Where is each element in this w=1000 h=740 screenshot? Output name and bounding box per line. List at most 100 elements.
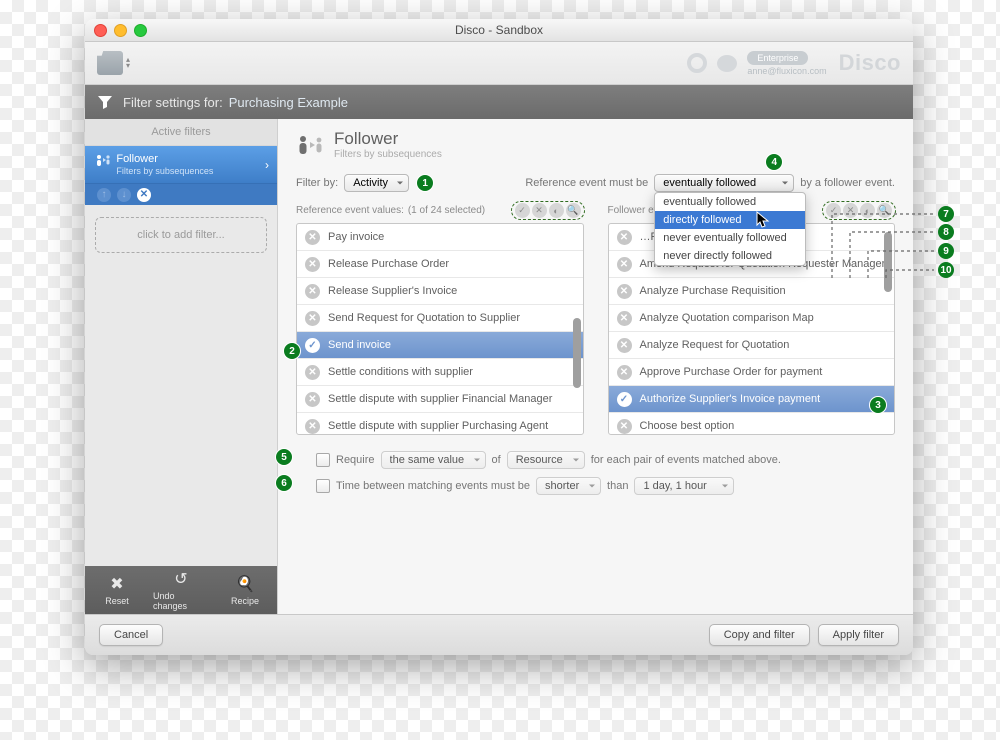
select-none-icon[interactable]: ✕ — [532, 203, 547, 218]
list-item[interactable]: ✕ Settle dispute with supplier Financial … — [297, 386, 583, 413]
list-item[interactable]: ✕Approve Purchase Order for payment — [609, 359, 895, 386]
filters-sidebar: Active filters Follower Filters by subse… — [85, 119, 278, 614]
require-of-label: of — [492, 454, 501, 466]
list-item[interactable]: ✕ Send Request for Quotation to Supplier — [297, 305, 583, 332]
annot-1: 1 — [417, 175, 433, 191]
scrollbar[interactable] — [573, 228, 581, 430]
sidebar-item-subtitle: Filters by subsequences — [116, 166, 213, 176]
copy-and-filter-button[interactable]: Copy and filter — [709, 624, 810, 646]
time-label: Time between matching events must be — [336, 480, 530, 492]
list-item-label: Send invoice — [328, 339, 391, 351]
list-item-label: Pay invoice — [328, 231, 384, 243]
panel-title: Follower — [334, 129, 442, 149]
annot-7: 7 — [938, 206, 954, 222]
list-item-label: Settle dispute with supplier Financial M… — [328, 393, 552, 405]
list-item[interactable]: ✕Settle conditions with supplier — [297, 359, 583, 386]
select-all-icon[interactable]: ✓ — [515, 203, 530, 218]
move-down-icon[interactable]: ↓ — [117, 188, 131, 202]
invert-icon[interactable]: ◐ — [549, 203, 564, 218]
feedback-icon[interactable] — [717, 55, 737, 72]
annot-5: 5 — [276, 449, 292, 465]
unchecked-icon: ✕ — [617, 311, 632, 326]
recipe-icon: 🍳 — [235, 574, 255, 594]
dialog-buttonbar: Cancel Copy and filter Apply filter — [85, 614, 913, 655]
list-item-label: Analyze Request for Quotation — [640, 339, 790, 351]
list-item-label: Choose best option — [640, 420, 735, 432]
filter-by-select[interactable]: Activity — [344, 174, 409, 192]
annot-2: 2 — [284, 343, 300, 359]
unchecked-icon: ✕ — [617, 419, 632, 434]
list-item[interactable]: ✕ Choose best option — [609, 413, 895, 435]
undo-button[interactable]: ↺Undo changes — [153, 569, 209, 611]
require-label: Require — [336, 454, 375, 466]
option-directly-followed[interactable]: directly followed — [655, 211, 805, 229]
list-item-label: Analyze Purchase Requisition — [640, 285, 786, 297]
filter-config-panel: Follower Filters by subsequences Filter … — [278, 119, 913, 614]
search-icon[interactable]: 🔍 — [566, 203, 581, 218]
reset-icon: ✖ — [110, 574, 123, 594]
ref-relation-dropdown[interactable]: eventually followed directly followed ne… — [654, 192, 806, 266]
unchecked-icon: ✕ — [617, 338, 632, 353]
require-attr-select[interactable]: Resource — [507, 451, 585, 469]
open-project-dropdown-icon[interactable]: ▴▾ — [126, 57, 130, 69]
annot-4: 4 — [766, 154, 782, 170]
undo-icon: ↺ — [174, 569, 187, 589]
option-never-directly-followed[interactable]: never directly followed — [655, 247, 805, 265]
reference-values-label: Reference event values: — [296, 205, 404, 216]
list-item[interactable]: ✕ Settle dispute with supplier Purchasing… — [297, 413, 583, 435]
ref-relation-select[interactable]: eventually followed — [654, 174, 794, 192]
unchecked-icon: ✕ — [305, 419, 320, 434]
add-filter-slot[interactable]: click to add filter... — [95, 217, 267, 253]
list-item[interactable]: ✕ Analyze Request for Quotation — [609, 332, 895, 359]
require-value-select[interactable]: the same value — [381, 451, 486, 469]
list-item[interactable]: ✓Authorize Supplier's Invoice payment — [609, 386, 895, 413]
time-compare-select[interactable]: shorter — [536, 477, 601, 495]
dataset-name: Purchasing Example — [229, 95, 348, 110]
list-item[interactable]: ✕ Analyze Quotation comparison Map — [609, 305, 895, 332]
require-tail-label: for each pair of events matched above. — [591, 454, 781, 466]
help-icon[interactable] — [687, 53, 707, 73]
time-duration-select[interactable]: 1 day, 1 hour — [634, 477, 734, 495]
option-eventually-followed[interactable]: eventually followed — [655, 193, 805, 211]
list-item-label: Approve Purchase Order for payment — [640, 366, 823, 378]
active-filters-heading: Active filters — [85, 119, 277, 146]
unchecked-icon: ✕ — [305, 230, 320, 245]
annot-9: 9 — [938, 243, 954, 259]
list-item[interactable]: ✕Release Supplier's Invoice — [297, 278, 583, 305]
scrollbar-thumb[interactable] — [573, 318, 581, 388]
list-item-label: Release Purchase Order — [328, 258, 449, 270]
mouse-cursor-icon — [756, 211, 770, 229]
require-checkbox[interactable] — [316, 453, 330, 467]
user-email: anne@fluxicon.com — [747, 66, 826, 76]
reference-list-toolbar: ✓ ✕ ◐ 🔍 — [512, 202, 584, 219]
sidebar-item-follower[interactable]: Follower Filters by subsequences › — [85, 146, 277, 184]
list-item[interactable]: ✕Release Purchase Order — [297, 251, 583, 278]
list-item-label: Send Request for Quotation to Supplier — [328, 312, 520, 324]
unchecked-icon: ✕ — [305, 311, 320, 326]
reference-values-body[interactable]: ✕Pay invoice✕Release Purchase Order✕Rele… — [296, 223, 584, 435]
list-item[interactable]: ✕ Pay invoice — [297, 224, 583, 251]
open-project-button[interactable] — [97, 51, 123, 75]
list-item-label: Settle dispute with supplier Purchasing … — [328, 420, 548, 432]
list-item[interactable]: ✓Send invoice — [297, 332, 583, 359]
delete-filter-icon[interactable]: ✕ — [137, 188, 151, 202]
list-item-label: Analyze Quotation comparison Map — [640, 312, 814, 324]
unchecked-icon: ✕ — [305, 365, 320, 380]
cancel-button[interactable]: Cancel — [99, 624, 163, 646]
apply-filter-button[interactable]: Apply filter — [818, 624, 899, 646]
unchecked-icon: ✕ — [305, 392, 320, 407]
annot-8: 8 — [938, 224, 954, 240]
time-checkbox[interactable] — [316, 479, 330, 493]
chevron-right-icon: › — [265, 158, 269, 172]
titlebar: Disco - Sandbox — [85, 19, 913, 42]
filter-by-label: Filter by: — [296, 177, 338, 189]
move-up-icon[interactable]: ↑ — [97, 188, 111, 202]
toolbar: ▴▾ Enterprise anne@fluxicon.com Disco — [85, 42, 913, 85]
recipe-button[interactable]: 🍳Recipe — [217, 574, 273, 606]
annot-6: 6 — [276, 475, 292, 491]
reference-values-count: (1 of 24 selected) — [408, 205, 485, 216]
filter-settings-label: Filter settings for: — [123, 95, 223, 110]
reset-button[interactable]: ✖Reset — [89, 574, 145, 606]
option-never-eventually-followed[interactable]: never eventually followed — [655, 229, 805, 247]
follower-icon — [95, 153, 113, 170]
